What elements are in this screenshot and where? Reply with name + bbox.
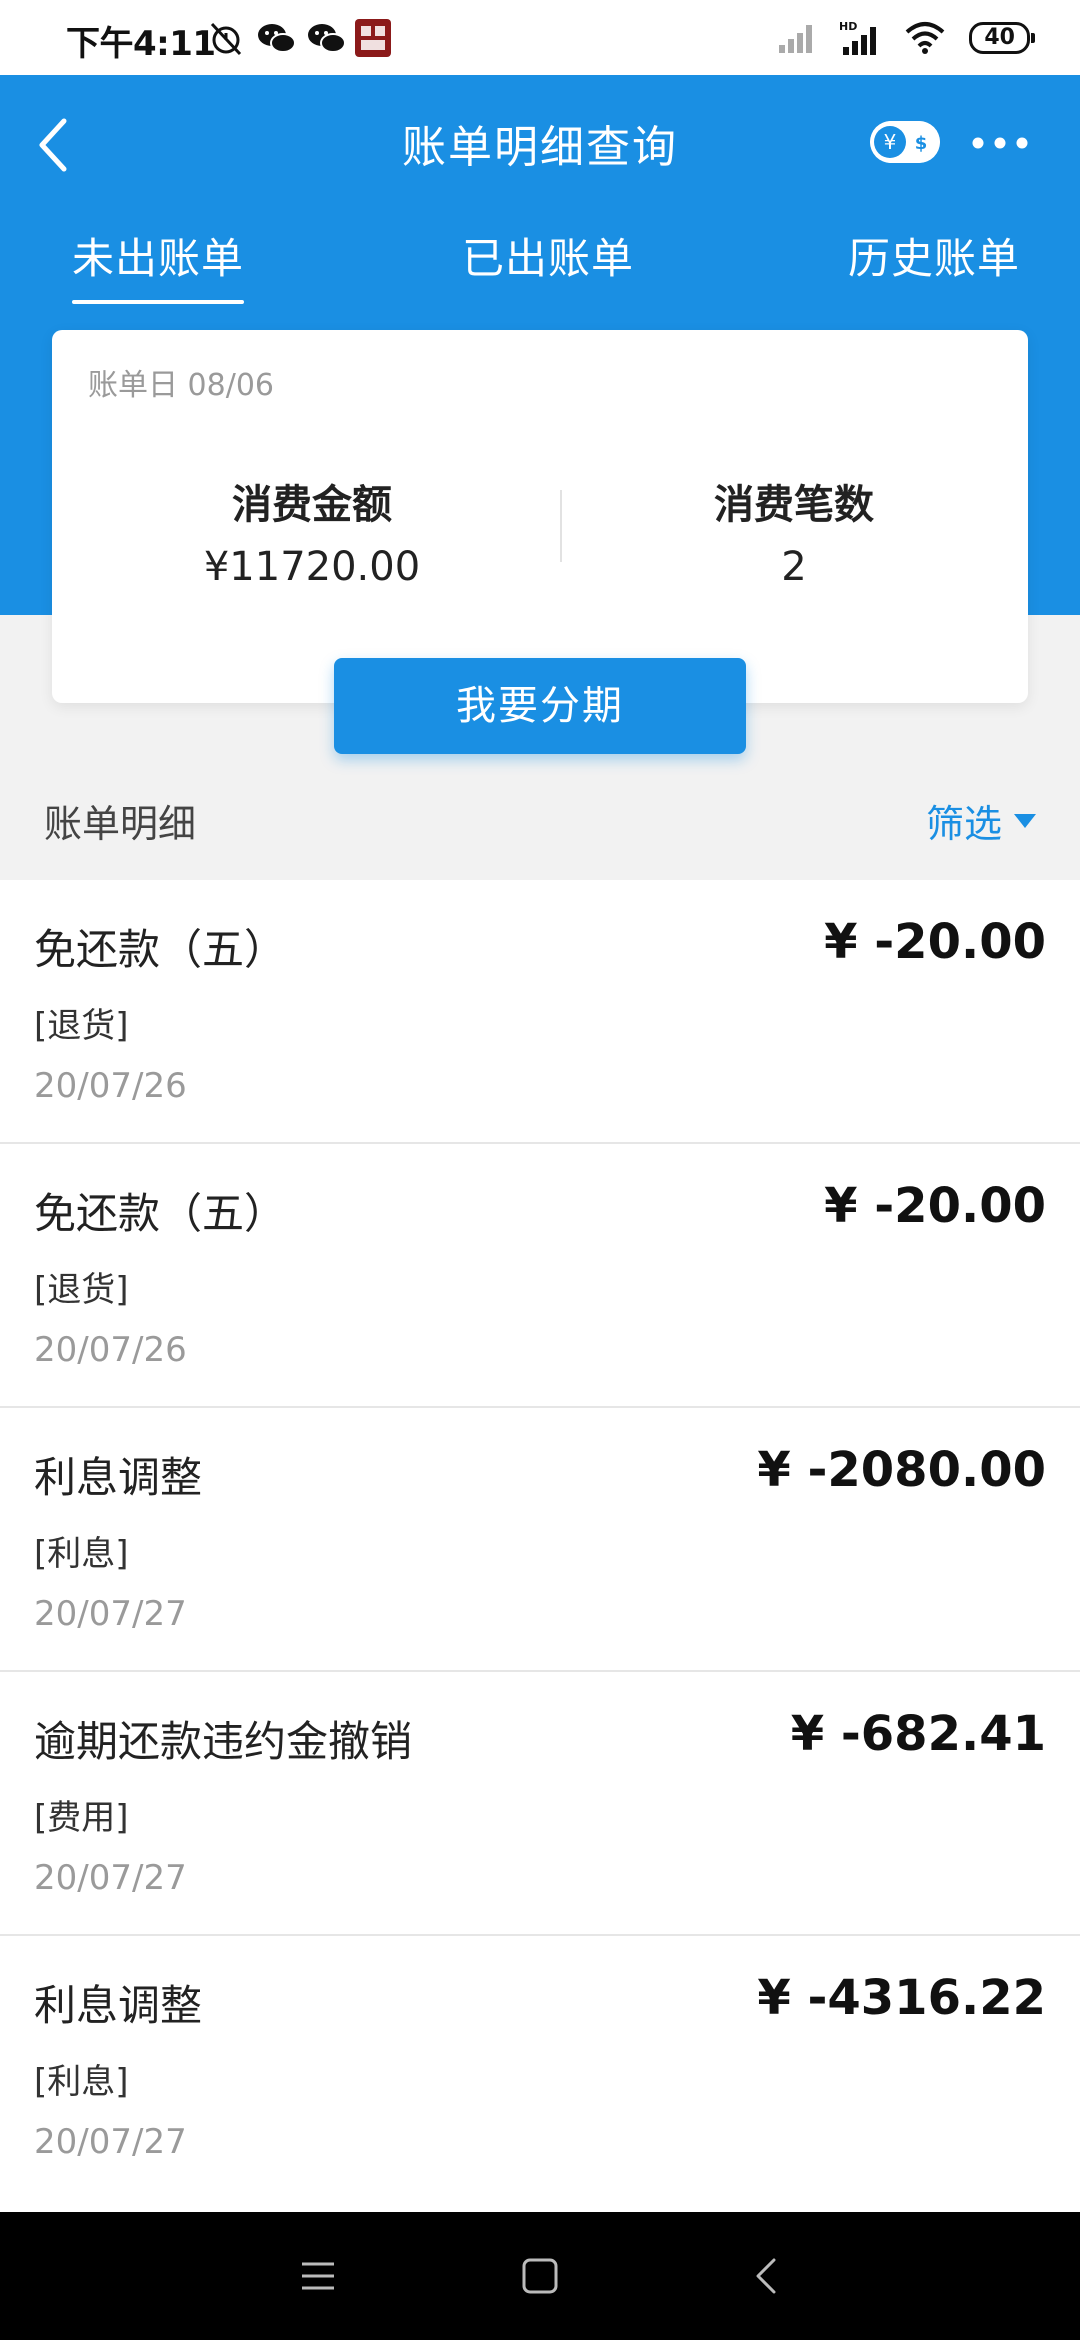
transaction-date: 20/07/27 [34, 2122, 187, 2162]
transaction-tag: [利息] [34, 2062, 129, 2102]
count-stat: 消费笔数 2 [584, 472, 1004, 590]
status-right-group: HD 40 [777, 16, 1035, 60]
bill-date: 账单日 08/06 [88, 368, 274, 403]
svg-text:¥: ¥ [884, 130, 897, 154]
bill-tabs: 未出账单 已出账单 历史账单 [0, 225, 1080, 304]
wifi-icon [906, 22, 945, 54]
transaction-row[interactable]: 免还款（五） [退货] 20/07/26 ¥ -20.00 [0, 880, 1080, 1144]
bill-summary-card: 账单日 08/06 消费金额 ¥11720.00 消费笔数 2 [52, 330, 1028, 703]
tab-unbilled[interactable]: 未出账单 [72, 225, 245, 304]
system-nav-bar [0, 2212, 1080, 2340]
stat-divider [560, 490, 562, 562]
filter-label: 筛选 [925, 802, 1002, 846]
app-badge-icon [355, 19, 391, 57]
transaction-title: 利息调整 [34, 1981, 203, 2030]
transaction-amount: ¥ -20.00 [824, 914, 1046, 970]
transaction-amount: ¥ -4316.22 [757, 1970, 1046, 2026]
transaction-amount: ¥ -682.41 [790, 1706, 1046, 1762]
transaction-title: 免还款（五） [34, 925, 287, 974]
transaction-tag: [退货] [34, 1270, 129, 1310]
transaction-title: 利息调整 [34, 1453, 203, 1502]
transaction-date: 20/07/27 [34, 1594, 187, 1634]
transaction-row[interactable]: 免还款（五） [退货] 20/07/26 ¥ -20.00 [0, 1144, 1080, 1408]
wechat-icon [258, 24, 296, 53]
transaction-tag: [费用] [34, 1798, 129, 1838]
app-header: 账单明细查询 ¥ $ [0, 75, 1080, 205]
transaction-list: 免还款（五） [退货] 20/07/26 ¥ -20.00 免还款（五） [退货… [0, 872, 1080, 2212]
filter-button[interactable]: 筛选 [926, 793, 1036, 848]
amount-stat: 消费金额 ¥11720.00 [102, 472, 522, 590]
more-dots-icon[interactable] [968, 125, 1032, 161]
battery-indicator: 40 [969, 22, 1035, 54]
back-nav-icon[interactable] [744, 2252, 792, 2300]
transaction-tag: [退货] [34, 1006, 129, 1046]
installment-button[interactable]: 我要分期 [334, 658, 746, 754]
status-bar: 下午4:11 HD 40 [0, 0, 1080, 75]
transaction-date: 20/07/26 [34, 1066, 187, 1106]
transaction-date: 20/07/26 [34, 1330, 187, 1370]
transaction-amount: ¥ -20.00 [824, 1178, 1046, 1234]
status-time: 下午4:11 [66, 24, 216, 64]
svg-text:$: $ [915, 133, 928, 154]
amount-value: ¥11720.00 [203, 544, 421, 590]
amount-label: 消费金额 [232, 482, 392, 528]
transaction-tag: [利息] [34, 1534, 129, 1574]
list-top-divider [0, 872, 1080, 880]
signal-icon [779, 25, 813, 53]
home-square-icon[interactable] [516, 2252, 564, 2300]
tab-history[interactable]: 历史账单 [848, 225, 1020, 286]
transaction-date: 20/07/27 [34, 1858, 187, 1898]
transaction-title: 逾期还款违约金撤销 [34, 1717, 413, 1766]
transaction-row[interactable]: 逾期还款违约金撤销 [费用] 20/07/27 ¥ -682.41 [0, 1672, 1080, 1936]
wechat-icon [308, 24, 346, 53]
signal-hd-icon: HD [839, 20, 877, 55]
transaction-title: 免还款（五） [34, 1189, 287, 1238]
triangle-down-icon [1014, 813, 1036, 828]
menu-icon[interactable] [294, 2252, 342, 2300]
svg-text:HD: HD [839, 20, 857, 33]
yuan-dollar-toggle-icon[interactable]: ¥ $ [870, 121, 940, 163]
count-label: 消费笔数 [714, 482, 874, 528]
transaction-row[interactable]: 利息调整 [利息] 20/07/27 ¥ -4316.22 [0, 1936, 1080, 2200]
count-value: 2 [781, 544, 807, 590]
tab-billed[interactable]: 已出账单 [462, 225, 634, 286]
transaction-row[interactable]: 利息调整 [利息] 20/07/27 ¥ -2080.00 [0, 1408, 1080, 1672]
transaction-amount: ¥ -2080.00 [757, 1442, 1046, 1498]
alarm-off-icon [210, 22, 242, 56]
details-title: 账单明细 [44, 802, 197, 846]
